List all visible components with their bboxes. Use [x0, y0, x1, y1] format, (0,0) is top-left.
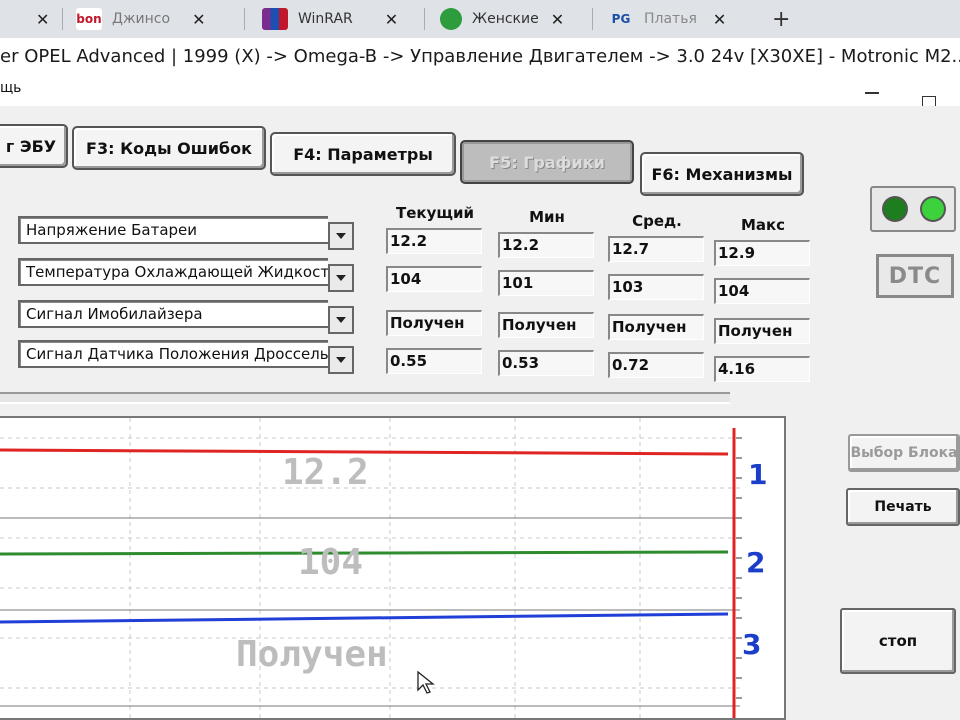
value-max: 104 — [714, 278, 810, 304]
status-led-icon — [884, 198, 906, 220]
frog-icon — [440, 8, 462, 30]
column-header-max: Макс — [740, 216, 786, 234]
print-button[interactable]: Печать — [846, 488, 960, 526]
graphs-button[interactable]: F5: Графики — [460, 140, 634, 184]
window-title: er OPEL Advanced | 1999 (X) -> Omega-B -… — [0, 46, 960, 67]
value-avg: Получен — [608, 314, 704, 340]
browser-tab-title: WinRAR — [298, 11, 353, 27]
winrar-icon — [262, 8, 288, 30]
parameters-button[interactable]: F4: Параметры — [270, 132, 456, 176]
close-icon[interactable]: ✕ — [551, 10, 564, 29]
value-min: 12.2 — [498, 232, 594, 258]
value-max: 4.16 — [714, 356, 810, 382]
value-avg: 0.72 — [608, 352, 704, 378]
channel-number: 2 — [746, 546, 766, 579]
browser-tab[interactable]: WinRAR ✕ — [262, 0, 398, 38]
menu-bar: щь — [0, 74, 960, 106]
ali-icon: PG — [611, 12, 631, 26]
value-current: 104 — [386, 266, 482, 292]
browser-tab-title: Платья — [644, 11, 697, 27]
ecu-button[interactable]: г ЭБУ — [0, 124, 68, 168]
value-min: 0.53 — [498, 350, 594, 376]
column-header-min: Мин — [529, 208, 565, 226]
value-current: 12.2 — [386, 228, 482, 254]
block-select-button[interactable]: Выбор Блока — [848, 434, 960, 472]
fault-codes-button[interactable]: F3: Коды Ошибок — [72, 126, 266, 170]
value-min: Получен — [498, 312, 594, 338]
value-avg: 12.7 — [608, 236, 704, 262]
status-indicator-panel — [870, 186, 956, 232]
close-icon[interactable]: ✕ — [385, 10, 398, 29]
window-title-bar: er OPEL Advanced | 1999 (X) -> Omega-B -… — [0, 38, 960, 102]
chevron-down-icon[interactable] — [328, 222, 354, 250]
status-led-icon — [922, 198, 944, 220]
chevron-down-icon[interactable] — [328, 306, 354, 334]
trace-line — [0, 612, 729, 624]
parameter-select[interactable]: Температура Охлаждающей Жидкост — [18, 258, 328, 286]
browser-tab[interactable]: bon Джинсо ✕ — [76, 0, 205, 38]
dtc-indicator: DTC — [876, 254, 954, 298]
parameter-name: Температура Охлаждающей Жидкост — [26, 263, 328, 281]
button-label: F5: Графики — [489, 152, 605, 172]
close-icon[interactable]: ✕ — [713, 10, 726, 29]
browser-tab[interactable]: Женские ✕ — [440, 0, 564, 38]
minimize-icon[interactable] — [865, 92, 879, 94]
value-min: 101 — [498, 270, 594, 296]
close-icon[interactable]: ✕ — [192, 10, 205, 29]
trace-readout: Получен — [236, 634, 388, 675]
plus-icon: + — [772, 6, 791, 32]
stop-button[interactable]: стоп — [840, 608, 956, 674]
value-current: Получен — [386, 310, 482, 336]
button-label: Выбор Блока — [850, 445, 958, 461]
parameter-name: Напряжение Батареи — [26, 221, 198, 239]
parameter-select[interactable]: Сигнал Датчика Положения Дроссель — [18, 340, 328, 368]
channel-number: 1 — [748, 458, 768, 491]
button-label: Печать — [874, 499, 932, 515]
button-label: стоп — [878, 632, 918, 650]
value-max: 12.9 — [714, 240, 810, 266]
trace-readout: 12.2 — [282, 452, 369, 493]
close-icon[interactable]: ✕ — [36, 10, 49, 29]
browser-tab-title: Женские — [472, 11, 539, 27]
chevron-down-icon[interactable] — [328, 264, 354, 292]
value-max: Получен — [714, 318, 810, 344]
browser-tab-close-partial[interactable]: ✕ — [22, 0, 49, 38]
trace-readout: 104 — [298, 542, 364, 583]
graph-grid — [0, 418, 742, 718]
browser-tab-strip: ✕ bon Джинсо ✕ WinRAR ✕ Женские ✕ PG Пла… — [0, 0, 960, 38]
button-label: F6: Механизмы — [651, 164, 793, 184]
bonprix-icon: bon — [76, 8, 102, 30]
graph-scrollbar[interactable] — [0, 392, 730, 404]
mouse-cursor-icon — [417, 670, 435, 694]
browser-tab[interactable]: PG Платья ✕ — [608, 0, 727, 38]
button-label: г ЭБУ — [5, 136, 57, 156]
chevron-down-icon[interactable] — [328, 346, 354, 374]
button-label: F4: Параметры — [293, 144, 433, 164]
parameter-select[interactable]: Сигнал Имобилайзера — [18, 300, 328, 328]
trace-line — [0, 550, 729, 556]
graph-area: 12.2 104 Получен 1 2 3 — [0, 416, 786, 720]
menu-item-help[interactable]: щь — [0, 80, 21, 96]
mechanisms-button[interactable]: F6: Механизмы — [640, 152, 804, 196]
column-header-current: Текущий — [396, 204, 474, 222]
button-label: F3: Коды Ошибок — [86, 138, 252, 158]
browser-tab-title: Джинсо — [112, 11, 171, 27]
column-header-avg: Сред. — [632, 212, 682, 230]
value-current: 0.55 — [386, 348, 482, 374]
channel-number: 3 — [742, 628, 762, 661]
parameter-name: Сигнал Имобилайзера — [26, 305, 203, 323]
parameter-select[interactable]: Напряжение Батареи — [18, 216, 328, 244]
value-avg: 103 — [608, 274, 704, 300]
parameter-name: Сигнал Датчика Положения Дроссель — [26, 345, 328, 363]
new-tab-button[interactable]: + — [772, 0, 790, 38]
